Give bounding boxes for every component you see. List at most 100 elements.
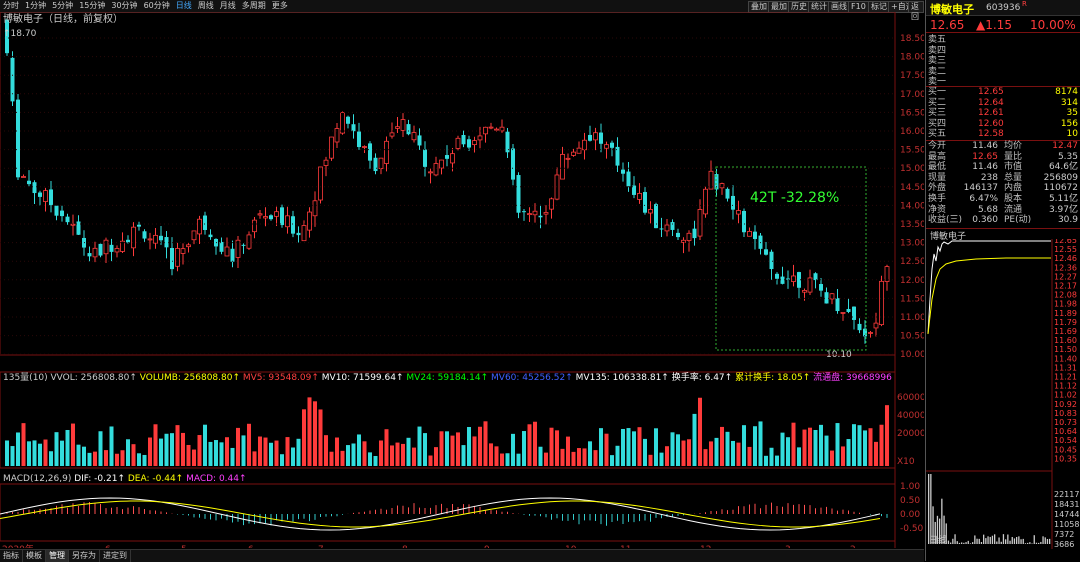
candle-body <box>676 232 680 238</box>
mini-volume-bar <box>965 542 967 544</box>
indicator-tab-4[interactable]: 进定到 <box>100 550 131 562</box>
candle-body <box>32 182 37 194</box>
mini-volume-bar <box>1002 534 1005 544</box>
buy-level-label: 买二 <box>928 97 947 108</box>
chart-title: 博敏电子（日线，前复权） <box>3 12 123 25</box>
date-axis-label: 2 <box>850 545 856 548</box>
volume-bar <box>60 440 64 466</box>
mini-volume-bar <box>1009 540 1011 544</box>
period-tab-1[interactable]: 1分钟 <box>22 0 49 12</box>
candle-body <box>318 166 323 201</box>
volume-bar <box>340 450 345 466</box>
intraday-mini-chart[interactable]: 12.6512.5512.4612.3612.2712.1712.0811.98… <box>926 239 1080 549</box>
period-tab-8[interactable]: 月线 <box>217 0 239 12</box>
mini-tab-daily[interactable]: 日线 <box>929 534 947 546</box>
candle-body <box>417 135 422 146</box>
candle-body <box>692 228 697 239</box>
candle-body <box>819 284 823 291</box>
mini-volume-bar <box>952 538 954 544</box>
period-tab-6[interactable]: 日线 <box>173 0 195 12</box>
indicator-value: DEA: -0.44↑ <box>128 474 186 484</box>
candle-body <box>538 215 543 218</box>
price-axis-label: 14.00 <box>900 201 924 211</box>
indicator-value: MV135: 106338.81↑ <box>576 373 672 383</box>
indicator-tab-1[interactable]: 模板 <box>23 550 46 562</box>
indicator-tab-0[interactable]: 指标 <box>0 550 23 562</box>
candle-body <box>186 244 191 248</box>
mini-volume-bar <box>980 541 983 544</box>
volume-bar <box>186 444 191 466</box>
candle-body <box>560 153 565 180</box>
date-axis-label: 12 <box>700 545 711 548</box>
volume-bar <box>516 453 521 466</box>
mini-price-label: 11.89 <box>1054 309 1077 318</box>
kline-svg[interactable]: 42T -32.28% 10.10 博敏电子（日线，前复权） ↑18.70 13… <box>0 11 926 555</box>
candle-body <box>142 231 147 239</box>
stat-row: 最低 11.46 市值 64.6亿 <box>928 162 1078 173</box>
period-tab-0[interactable]: 分时 <box>0 0 22 12</box>
mini-price-label: 12.55 <box>1054 245 1077 254</box>
candle-body <box>131 226 136 249</box>
volume-bar <box>863 430 867 466</box>
volume-bar <box>104 450 108 466</box>
stat-value: 146137 <box>963 183 998 194</box>
candle-body <box>126 239 130 243</box>
volume-bar <box>582 448 587 466</box>
date-axis-label: 8 <box>402 545 408 548</box>
main-chart-area[interactable]: 42T -32.28% 10.10 博敏电子（日线，前复权） ↑18.70 13… <box>0 11 926 555</box>
period-tab-3[interactable]: 15分钟 <box>76 0 108 12</box>
candle-body <box>802 290 807 293</box>
mini-price-label: 11.50 <box>1054 345 1077 354</box>
mini-volume-label: 14744 <box>1054 510 1079 519</box>
stat-label: 流通 <box>1004 204 1023 215</box>
period-tab-10[interactable]: 更多 <box>269 0 291 12</box>
price-pane-frame <box>0 11 896 356</box>
indicator-value: 累计换手: 18.05↑ <box>735 371 813 383</box>
volume-bar <box>621 428 625 466</box>
candle-body <box>511 148 515 180</box>
date-axis-label: 3 <box>785 545 791 548</box>
volume-bar <box>230 447 235 466</box>
candle-body <box>147 238 153 241</box>
period-tab-4[interactable]: 30分钟 <box>108 0 140 12</box>
period-tab-7[interactable]: 周线 <box>195 0 217 12</box>
candle-body <box>769 251 774 270</box>
volume-bar <box>720 426 724 466</box>
mini-price-label: 11.02 <box>1054 391 1077 400</box>
mini-volume-bar <box>963 542 965 544</box>
indicator-tab-2[interactable]: 管理 <box>46 550 69 562</box>
mini-price-label: 10.64 <box>1054 427 1077 436</box>
volume-bar <box>329 451 334 466</box>
period-tab-2[interactable]: 5分钟 <box>49 0 76 12</box>
volume-bar <box>159 438 163 466</box>
volume-bar <box>472 436 477 466</box>
candle-body <box>582 139 587 151</box>
candle-body <box>599 132 603 144</box>
volume-bar <box>725 431 730 466</box>
period-tab-9[interactable]: 多周期 <box>239 0 269 12</box>
volume-bar <box>857 425 862 466</box>
mini-volume-bar <box>958 542 961 544</box>
candle-body <box>378 157 384 169</box>
volume-bar <box>395 442 400 466</box>
volume-bar <box>747 446 752 466</box>
mini-price-label: 12.27 <box>1054 272 1077 281</box>
volume-bar <box>775 455 779 466</box>
indicator-value: 流通盘: 39668996 <box>813 371 892 383</box>
candle-body <box>522 211 526 213</box>
mini-volume-bar <box>978 538 980 544</box>
intraday-average-line <box>927 257 1051 335</box>
volume-bar <box>10 446 15 466</box>
volume-bar <box>296 438 301 466</box>
candle-body <box>411 132 417 141</box>
candle-body <box>291 216 295 234</box>
macd-axis-label: -0.50 <box>900 524 924 534</box>
volume-bar <box>43 439 48 466</box>
period-tab-5[interactable]: 60分钟 <box>141 0 173 12</box>
volume-bar <box>54 432 59 466</box>
indicator-tab-3[interactable]: 另存为 <box>69 550 100 562</box>
mini-volume-bars <box>928 474 1051 544</box>
date-axis-label: 6 <box>105 545 111 548</box>
mini-price-label: 11.60 <box>1054 336 1077 345</box>
volume-bar <box>709 441 713 466</box>
